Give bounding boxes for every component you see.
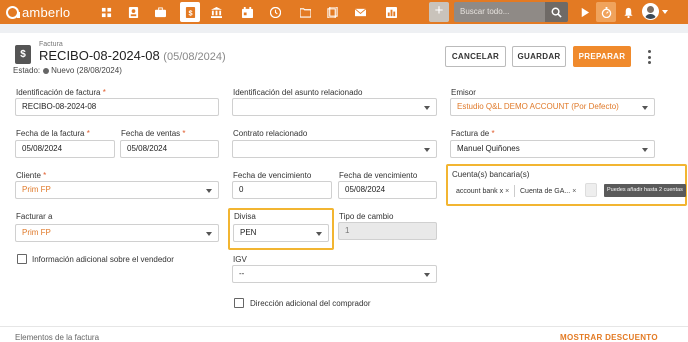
related-contract-select[interactable] [232,140,437,158]
exchange-rate-field: 1 [338,222,437,240]
section-divider [0,326,688,327]
sales-date-field[interactable]: 05/08/2024 [120,140,219,158]
bill-to-select[interactable]: Prim FP [15,224,219,242]
amberlo-logo-icon [6,5,20,19]
client-label: Cliente * [16,171,47,180]
due-days-field[interactable]: 0 [232,181,332,199]
status-dot-icon [43,67,50,74]
bank-account-chip[interactable]: account bank x × [456,184,509,198]
save-button[interactable]: GUARDAR [512,46,566,67]
chip-divider [514,185,515,197]
bell-icon [623,7,633,18]
close-icon[interactable]: × [572,188,576,195]
notifications-button[interactable] [618,2,638,22]
status-value: Nuevo (28/08/2024) [51,66,122,75]
buyer-address-label: Dirección adicional del comprador [250,299,371,308]
close-icon[interactable]: × [505,188,509,195]
mail-icon[interactable] [350,2,370,22]
stopwatch-button[interactable] [596,2,616,22]
invoice-items-title: Elementos de la factura [15,333,100,342]
igv-select[interactable]: -- [232,265,437,283]
document-type: Factura [39,41,63,48]
client-select[interactable]: Prim FP [15,181,219,199]
issuer-label: Emisor [451,88,476,97]
chevron-down-icon [424,273,430,277]
bank-icon[interactable] [206,2,226,22]
more-options-icon[interactable] [645,50,653,64]
add-account-input[interactable] [585,183,597,197]
related-matter-label: Identificación del asunto relacionado [233,88,363,97]
invoice-title-date: (05/08/2024) [163,51,226,63]
bank-accounts-label: Cuenta(s) bancaria(s) [452,170,530,179]
prepare-button[interactable]: PREPARAR [573,46,631,67]
stopwatch-icon [601,6,611,18]
invoice-date-label: Fecha de la factura * [16,129,90,138]
quick-add-button[interactable]: + [429,2,449,22]
top-navigation-bar: amberlo $ + Buscar todo... [0,0,688,24]
exchange-rate-label: Tipo de cambio [339,212,394,221]
related-matter-select[interactable] [232,98,437,116]
invoice-date-field[interactable]: 05/08/2024 [15,140,115,158]
seller-info-label: Información adicional sobre el vendedor [32,255,174,264]
dashboard-icon[interactable] [96,2,116,22]
folder-icon[interactable] [295,2,315,22]
seller-info-checkbox[interactable] [17,254,27,264]
documents-icon[interactable] [322,2,342,22]
issuer-select[interactable]: Estudio Q&L DEMO ACCOUNT (Por Defecto) [450,98,655,116]
invoice-id-field[interactable]: RECIBO-08-2024-08 [15,98,219,116]
invoice-doc-icon: $ [15,45,31,64]
igv-label: IGV [233,255,247,264]
chevron-down-icon[interactable] [662,10,668,14]
calendar-icon[interactable] [237,2,257,22]
buyer-address-checkbox[interactable] [234,298,244,308]
currency-select[interactable]: PEN [233,224,329,242]
sales-date-label: Fecha de ventas * [121,129,186,138]
related-contract-label: Contrato relacionado [233,129,308,138]
history-icon[interactable] [265,2,285,22]
status-line: Estado: Nuevo (28/08/2024) [13,66,122,75]
currency-label: Divisa [234,212,256,221]
chip-label: Cuenta de GA... [520,187,571,195]
show-discount-link[interactable]: MOSTRAR DESCUENTO [560,333,658,342]
reports-icon[interactable] [381,2,401,22]
chip-label: account bank x [456,187,504,195]
billing-icon[interactable]: $ [180,2,200,22]
chevron-down-icon [424,148,430,152]
invoice-number: RECIBO-08-2024-08 [39,48,160,63]
invoice-of-select[interactable]: Manuel Quiñones [450,140,655,158]
chevron-down-icon [316,232,322,236]
briefcase-icon[interactable] [150,2,170,22]
bill-to-label: Facturar a [16,212,53,221]
cancel-button[interactable]: CANCELAR [445,46,506,67]
page-title: RECIBO-08-2024-08 (05/08/2024) [39,48,226,63]
due-date-field[interactable]: 05/08/2024 [338,181,437,199]
max-accounts-tooltip: Puedes añadir hasta 2 cuentas [604,184,686,197]
chevron-down-icon [642,148,648,152]
invoice-of-label: Factura de * [451,129,495,138]
due-date-label: Fecha de vencimiento [339,171,418,180]
due-days-label: Fecha de vencimiento [233,171,312,180]
app-name: amberlo [22,4,71,20]
play-timer-button[interactable] [574,2,594,22]
play-icon [581,7,589,17]
contacts-icon[interactable] [123,2,143,22]
status-label: Estado: [13,66,41,75]
chevron-down-icon [206,232,212,236]
search-icon [551,7,562,18]
search-button[interactable] [545,2,568,22]
chevron-down-icon [424,106,430,110]
svg-text:$: $ [188,8,192,17]
user-avatar[interactable] [642,3,659,20]
chevron-down-icon [642,106,648,110]
chevron-down-icon [206,189,212,193]
invoice-id-label: Identificación de factura * [16,88,106,97]
app-logo[interactable]: amberlo [6,4,70,20]
bank-account-chip[interactable]: Cuenta de GA... × [520,184,576,198]
